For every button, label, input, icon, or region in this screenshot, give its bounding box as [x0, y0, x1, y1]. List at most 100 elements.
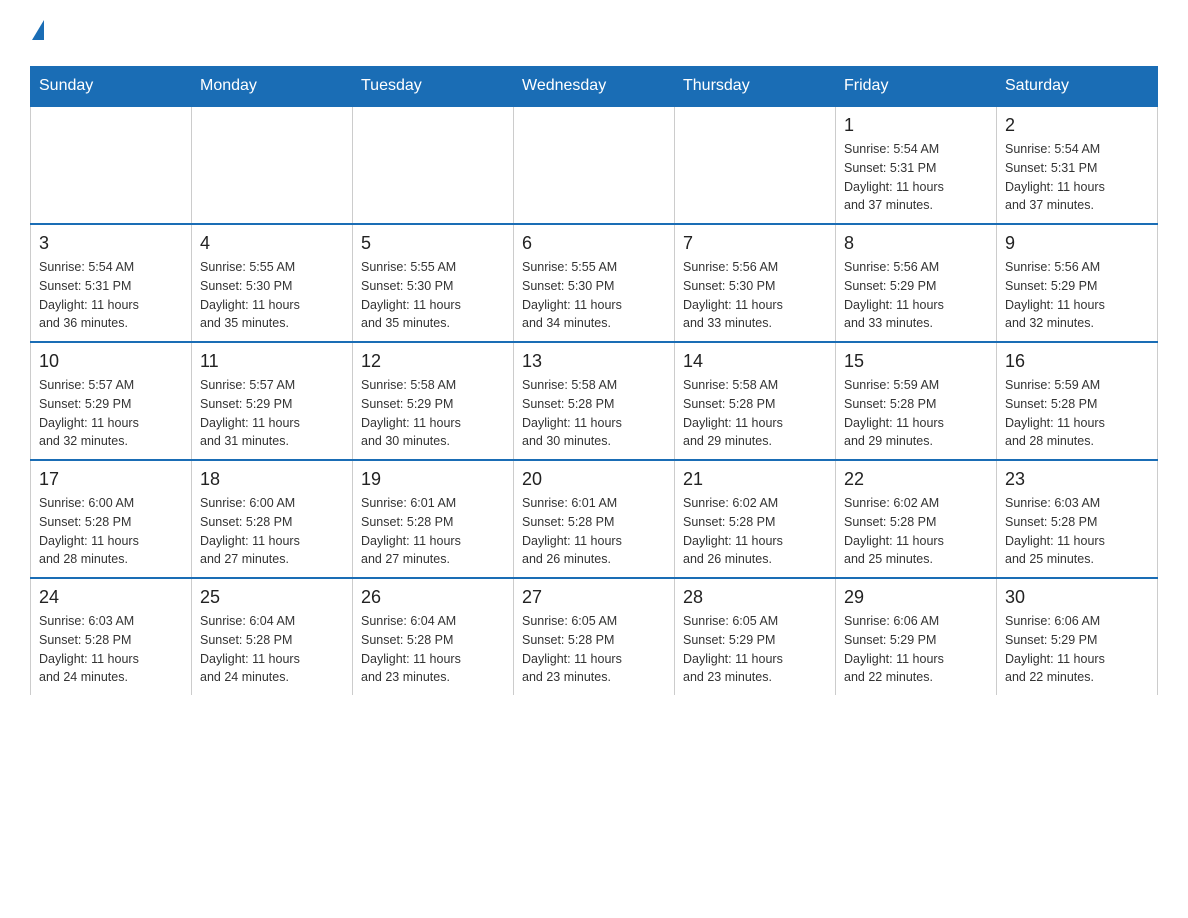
day-info: Sunrise: 5:55 AMSunset: 5:30 PMDaylight:… — [361, 258, 505, 333]
day-info: Sunrise: 5:56 AMSunset: 5:29 PMDaylight:… — [844, 258, 988, 333]
weekday-header-saturday: Saturday — [997, 67, 1158, 107]
calendar-week-row: 3Sunrise: 5:54 AMSunset: 5:31 PMDaylight… — [31, 224, 1158, 342]
calendar-cell: 20 Sunrise: 6:01 AMSunset: 5:28 PMDayligh… — [514, 460, 675, 578]
day-info: Sunrise: 6:01 AMSunset: 5:28 PMDaylight:… — [522, 494, 666, 569]
day-number: 29 — [844, 587, 988, 608]
day-number: 12 — [361, 351, 505, 372]
day-info: Sunrise: 5:59 AMSunset: 5:28 PMDaylight:… — [1005, 376, 1149, 451]
day-number: 28 — [683, 587, 827, 608]
calendar-cell: 11Sunrise: 5:57 AMSunset: 5:29 PMDayligh… — [192, 342, 353, 460]
day-number: 9 — [1005, 233, 1149, 254]
day-info: Sunrise: 6:05 AMSunset: 5:28 PMDaylight:… — [522, 612, 666, 687]
day-number: 6 — [522, 233, 666, 254]
day-number: 20 — [522, 469, 666, 490]
day-info: Sunrise: 5:59 AMSunset: 5:28 PMDaylight:… — [844, 376, 988, 451]
calendar-cell: 5 Sunrise: 5:55 AMSunset: 5:30 PMDaylight… — [353, 224, 514, 342]
calendar-cell: 16 Sunrise: 5:59 AMSunset: 5:28 PMDayligh… — [997, 342, 1158, 460]
day-info: Sunrise: 5:58 AMSunset: 5:29 PMDaylight:… — [361, 376, 505, 451]
calendar-cell: 25 Sunrise: 6:04 AMSunset: 5:28 PMDayligh… — [192, 578, 353, 695]
day-info: Sunrise: 6:03 AMSunset: 5:28 PMDaylight:… — [39, 612, 183, 687]
day-number: 15 — [844, 351, 988, 372]
calendar-cell: 19 Sunrise: 6:01 AMSunset: 5:28 PMDayligh… — [353, 460, 514, 578]
day-info: Sunrise: 6:02 AMSunset: 5:28 PMDaylight:… — [683, 494, 827, 569]
day-number: 2 — [1005, 115, 1149, 136]
calendar-week-row: 1 Sunrise: 5:54 AMSunset: 5:31 PMDaylight… — [31, 106, 1158, 224]
logo-triangle-icon — [32, 20, 44, 40]
calendar-cell — [353, 106, 514, 224]
day-number: 30 — [1005, 587, 1149, 608]
day-number: 5 — [361, 233, 505, 254]
day-number: 14 — [683, 351, 827, 372]
calendar-week-row: 24Sunrise: 6:03 AMSunset: 5:28 PMDayligh… — [31, 578, 1158, 695]
day-number: 3 — [39, 233, 183, 254]
day-info: Sunrise: 5:55 AMSunset: 5:30 PMDaylight:… — [522, 258, 666, 333]
day-number: 16 — [1005, 351, 1149, 372]
day-info: Sunrise: 6:04 AMSunset: 5:28 PMDaylight:… — [200, 612, 344, 687]
day-info: Sunrise: 5:54 AMSunset: 5:31 PMDaylight:… — [1005, 140, 1149, 215]
day-info: Sunrise: 6:02 AMSunset: 5:28 PMDaylight:… — [844, 494, 988, 569]
day-number: 10 — [39, 351, 183, 372]
day-number: 25 — [200, 587, 344, 608]
weekday-header-thursday: Thursday — [675, 67, 836, 107]
day-number: 22 — [844, 469, 988, 490]
calendar-cell: 10 Sunrise: 5:57 AMSunset: 5:29 PMDayligh… — [31, 342, 192, 460]
calendar-week-row: 17 Sunrise: 6:00 AMSunset: 5:28 PMDayligh… — [31, 460, 1158, 578]
calendar-cell — [675, 106, 836, 224]
day-number: 1 — [844, 115, 988, 136]
calendar-cell — [31, 106, 192, 224]
calendar-cell: 26 Sunrise: 6:04 AMSunset: 5:28 PMDayligh… — [353, 578, 514, 695]
calendar-cell: 22 Sunrise: 6:02 AMSunset: 5:28 PMDayligh… — [836, 460, 997, 578]
day-info: Sunrise: 6:00 AMSunset: 5:28 PMDaylight:… — [200, 494, 344, 569]
weekday-header-monday: Monday — [192, 67, 353, 107]
calendar-cell: 13 Sunrise: 5:58 AMSunset: 5:28 PMDayligh… — [514, 342, 675, 460]
day-info: Sunrise: 5:54 AMSunset: 5:31 PMDaylight:… — [844, 140, 988, 215]
calendar-header: SundayMondayTuesdayWednesdayThursdayFrid… — [31, 67, 1158, 107]
day-number: 7 — [683, 233, 827, 254]
day-number: 26 — [361, 587, 505, 608]
calendar-week-row: 10 Sunrise: 5:57 AMSunset: 5:29 PMDayligh… — [31, 342, 1158, 460]
day-info: Sunrise: 6:06 AMSunset: 5:29 PMDaylight:… — [844, 612, 988, 687]
day-info: Sunrise: 6:03 AMSunset: 5:28 PMDaylight:… — [1005, 494, 1149, 569]
day-info: Sunrise: 5:58 AMSunset: 5:28 PMDaylight:… — [683, 376, 827, 451]
day-info: Sunrise: 6:05 AMSunset: 5:29 PMDaylight:… — [683, 612, 827, 687]
calendar-cell: 14 Sunrise: 5:58 AMSunset: 5:28 PMDayligh… — [675, 342, 836, 460]
day-number: 13 — [522, 351, 666, 372]
day-info: Sunrise: 5:57 AMSunset: 5:29 PMDaylight:… — [200, 376, 344, 451]
calendar-cell: 18 Sunrise: 6:00 AMSunset: 5:28 PMDayligh… — [192, 460, 353, 578]
weekday-header-tuesday: Tuesday — [353, 67, 514, 107]
calendar-cell: 29 Sunrise: 6:06 AMSunset: 5:29 PMDayligh… — [836, 578, 997, 695]
day-number: 19 — [361, 469, 505, 490]
day-info: Sunrise: 5:58 AMSunset: 5:28 PMDaylight:… — [522, 376, 666, 451]
logo — [30, 20, 44, 46]
calendar-cell: 15 Sunrise: 5:59 AMSunset: 5:28 PMDayligh… — [836, 342, 997, 460]
day-info: Sunrise: 6:00 AMSunset: 5:28 PMDaylight:… — [39, 494, 183, 569]
day-number: 21 — [683, 469, 827, 490]
day-info: Sunrise: 5:57 AMSunset: 5:29 PMDaylight:… — [39, 376, 183, 451]
calendar-cell: 30 Sunrise: 6:06 AMSunset: 5:29 PMDayligh… — [997, 578, 1158, 695]
calendar-cell: 8 Sunrise: 5:56 AMSunset: 5:29 PMDaylight… — [836, 224, 997, 342]
weekday-header-row: SundayMondayTuesdayWednesdayThursdayFrid… — [31, 67, 1158, 107]
day-number: 23 — [1005, 469, 1149, 490]
calendar-cell: 24Sunrise: 6:03 AMSunset: 5:28 PMDayligh… — [31, 578, 192, 695]
weekday-header-sunday: Sunday — [31, 67, 192, 107]
calendar-cell: 27Sunrise: 6:05 AMSunset: 5:28 PMDayligh… — [514, 578, 675, 695]
day-number: 8 — [844, 233, 988, 254]
calendar-cell: 7Sunrise: 5:56 AMSunset: 5:30 PMDaylight… — [675, 224, 836, 342]
day-info: Sunrise: 6:06 AMSunset: 5:29 PMDaylight:… — [1005, 612, 1149, 687]
calendar-cell: 17 Sunrise: 6:00 AMSunset: 5:28 PMDayligh… — [31, 460, 192, 578]
day-number: 17 — [39, 469, 183, 490]
day-info: Sunrise: 6:04 AMSunset: 5:28 PMDaylight:… — [361, 612, 505, 687]
calendar-cell: 4 Sunrise: 5:55 AMSunset: 5:30 PMDaylight… — [192, 224, 353, 342]
weekday-header-wednesday: Wednesday — [514, 67, 675, 107]
calendar-table: SundayMondayTuesdayWednesdayThursdayFrid… — [30, 66, 1158, 695]
calendar-body: 1 Sunrise: 5:54 AMSunset: 5:31 PMDaylight… — [31, 106, 1158, 695]
day-info: Sunrise: 6:01 AMSunset: 5:28 PMDaylight:… — [361, 494, 505, 569]
calendar-cell — [514, 106, 675, 224]
calendar-cell: 1 Sunrise: 5:54 AMSunset: 5:31 PMDaylight… — [836, 106, 997, 224]
calendar-cell: 6 Sunrise: 5:55 AMSunset: 5:30 PMDaylight… — [514, 224, 675, 342]
day-info: Sunrise: 5:55 AMSunset: 5:30 PMDaylight:… — [200, 258, 344, 333]
page-header — [30, 20, 1158, 46]
day-number: 18 — [200, 469, 344, 490]
day-number: 4 — [200, 233, 344, 254]
calendar-cell: 9Sunrise: 5:56 AMSunset: 5:29 PMDaylight… — [997, 224, 1158, 342]
